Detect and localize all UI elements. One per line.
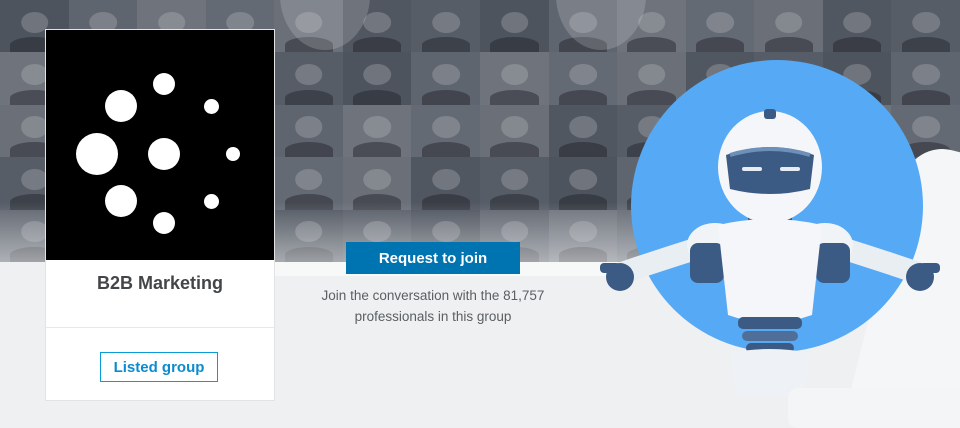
portrait-head <box>432 168 460 191</box>
portrait-head <box>706 11 734 33</box>
portrait-shoulders <box>421 89 471 106</box>
join-description: Join the conversation with the 81,757 pr… <box>321 288 545 324</box>
member-photo-tile <box>480 52 549 106</box>
portrait-head <box>912 11 940 33</box>
portrait-head <box>843 11 872 33</box>
listed-group-button[interactable]: Listed group <box>100 352 218 382</box>
portrait-shoulders <box>490 89 539 106</box>
portrait-head <box>363 116 392 138</box>
portrait-shoulders <box>696 37 745 53</box>
portrait-shoulders <box>284 141 333 158</box>
logo-dot <box>226 147 240 161</box>
member-photo-tile <box>342 52 412 106</box>
member-photo-tile <box>411 0 481 53</box>
portrait-shoulders <box>490 37 539 53</box>
card-divider <box>46 327 274 328</box>
portrait-head <box>432 116 460 138</box>
portrait-head <box>20 116 49 138</box>
member-photo-tile <box>411 104 481 158</box>
member-photo-tile <box>411 52 481 106</box>
portrait-head <box>20 64 49 86</box>
group-title: B2B Marketing <box>96 273 224 293</box>
portrait-head <box>500 168 529 191</box>
portrait-head <box>363 64 392 86</box>
portrait-shoulders <box>764 37 813 53</box>
portrait-head <box>363 168 392 191</box>
portrait-head <box>500 64 529 86</box>
portrait-head <box>432 64 460 86</box>
logo-dot <box>76 133 118 175</box>
member-photo-tile <box>480 0 549 53</box>
logo-dot <box>153 212 175 234</box>
portrait-head <box>569 64 597 86</box>
member-photo-tile <box>754 0 824 53</box>
request-to-join-button[interactable]: Request to join <box>346 242 520 274</box>
group-card: B2B Marketing Listed group <box>46 30 274 400</box>
logo-dot <box>105 185 137 217</box>
robot-mascot-icon <box>600 109 940 395</box>
portrait-shoulders <box>833 37 882 53</box>
portrait-shoulders <box>627 37 676 53</box>
logo-dot <box>105 90 137 122</box>
portrait-head <box>20 11 49 33</box>
portrait-head <box>294 168 323 191</box>
portrait-shoulders <box>353 37 402 53</box>
member-photo-tile <box>822 0 892 53</box>
member-photo-tile <box>891 0 960 53</box>
portrait-shoulders <box>353 89 402 106</box>
robot-cloth-bottom <box>788 388 960 428</box>
logo-dot <box>204 99 219 114</box>
portrait-head <box>432 11 460 33</box>
portrait-head <box>500 116 529 138</box>
portrait-shoulders <box>421 141 471 158</box>
portrait-shoulders <box>421 37 471 53</box>
portrait-shoulders <box>284 89 333 106</box>
portrait-head <box>294 116 323 138</box>
logo-dot <box>153 73 175 95</box>
portrait-head <box>500 11 529 33</box>
portrait-shoulders <box>490 141 539 158</box>
dots-circle-logo-icon <box>46 30 274 260</box>
portrait-head <box>774 11 803 33</box>
portrait-head <box>637 64 666 86</box>
portrait-head <box>363 11 392 33</box>
portrait-shoulders <box>901 37 951 53</box>
member-photo-tile <box>685 0 755 53</box>
member-photo-tile <box>480 104 549 158</box>
portrait-shoulders <box>353 141 402 158</box>
logo-dot <box>148 138 180 170</box>
logo-dot <box>204 194 219 209</box>
portrait-head <box>20 168 49 191</box>
member-photo-tile <box>342 104 412 158</box>
portrait-head <box>912 64 940 86</box>
member-photo-tile <box>274 104 344 158</box>
member-photo-tile <box>274 52 344 106</box>
portrait-head <box>294 64 323 86</box>
